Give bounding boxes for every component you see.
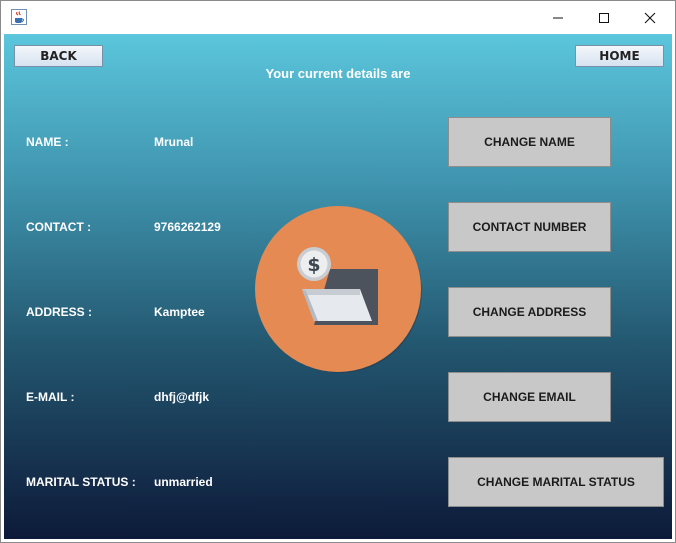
- close-icon: [644, 12, 656, 23]
- minimize-button[interactable]: [535, 1, 581, 34]
- back-button[interactable]: BACK: [14, 45, 103, 67]
- home-button[interactable]: HOME: [575, 45, 664, 67]
- details-heading: Your current details are: [265, 66, 411, 81]
- change-address-button[interactable]: CHANGE ADDRESS: [448, 287, 611, 337]
- java-coffee-icon: [11, 9, 27, 25]
- change-contact-button[interactable]: CONTACT NUMBER: [448, 202, 611, 252]
- change-email-button[interactable]: CHANGE EMAIL: [448, 372, 611, 422]
- name-label: NAME :: [26, 135, 69, 149]
- marital-status-value: unmarried: [154, 475, 213, 489]
- title-bar[interactable]: [1, 1, 675, 34]
- change-marital-status-button[interactable]: CHANGE MARITAL STATUS: [448, 457, 664, 507]
- app-window: BACK HOME Your current details are NAME …: [0, 0, 676, 543]
- email-label: E-MAIL :: [26, 390, 75, 404]
- address-label: ADDRESS :: [26, 305, 93, 319]
- address-value: Kamptee: [154, 305, 205, 319]
- close-button[interactable]: [627, 1, 673, 34]
- name-value: Mrunal: [154, 135, 194, 149]
- change-name-button[interactable]: CHANGE NAME: [448, 117, 611, 167]
- maximize-icon: [599, 12, 609, 23]
- contact-label: CONTACT :: [26, 220, 92, 234]
- coin-symbol: $: [307, 254, 320, 276]
- minimize-icon: [553, 17, 563, 18]
- details-panel: BACK HOME Your current details are NAME …: [4, 34, 672, 539]
- marital-status-label: MARITAL STATUS :: [26, 475, 136, 489]
- contact-value: 9766262129: [154, 220, 221, 234]
- wallet-dollar-icon: $: [255, 206, 422, 373]
- maximize-button[interactable]: [581, 1, 627, 34]
- email-value: dhfj@dfjk: [154, 390, 210, 404]
